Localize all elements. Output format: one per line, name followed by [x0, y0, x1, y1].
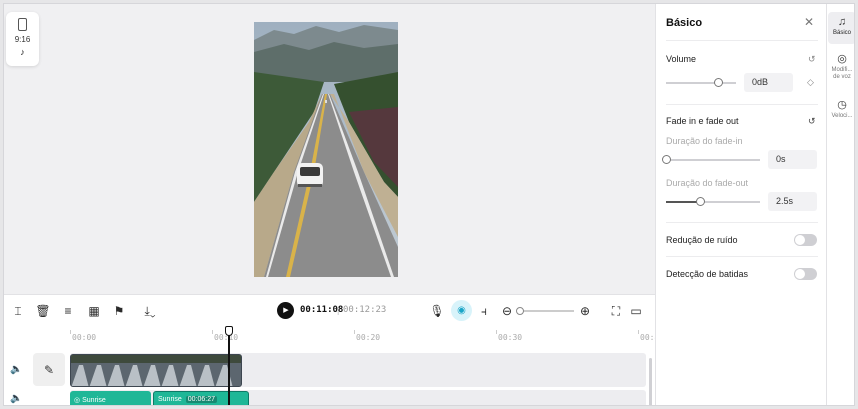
phone-icon [18, 18, 27, 31]
side-tabs: ♫ Básico ◎ Modifi... de voz ◷ Veloci... [826, 4, 854, 405]
fullscreen-icon[interactable]: ⛶ [608, 303, 624, 319]
audio-clip[interactable]: ◎ Sunrise [70, 391, 151, 405]
fade-out-value-field[interactable]: 2.5s [768, 192, 817, 211]
audio-clip-label: Sunrise [82, 396, 106, 404]
total-time: 00:12:23 [343, 305, 387, 315]
editor-window: 9:16 ♪ ⌶ 🗑 ≡ ▦ ⚑ ⤓⌄ ▶ 00:11:08 | 00:12:2… [3, 3, 855, 406]
ruler-label: 00:30 [498, 333, 523, 342]
play-icon: ▶ [283, 307, 289, 314]
divider [666, 40, 818, 41]
volume-label: Volume [666, 54, 697, 64]
beat-detection-label: Detecção de batidas [666, 269, 749, 279]
volume-slider-handle[interactable] [714, 78, 723, 87]
speed-icon: ◷ [837, 99, 847, 111]
video-track-volume-icon[interactable]: 🔈 [10, 364, 24, 378]
video-preview[interactable] [254, 22, 398, 277]
beat-detection-toggle[interactable] [794, 268, 817, 280]
download-icon[interactable]: ⤓⌄ [138, 303, 162, 319]
zoom-slider-track[interactable] [518, 310, 574, 312]
audio-clip-name: Sunrise [158, 396, 182, 403]
divider [666, 222, 818, 223]
ruler-tick [638, 330, 639, 334]
time-separator: | [337, 305, 340, 315]
ruler-tick [70, 330, 71, 334]
align-icon[interactable]: ⫞ [476, 303, 492, 319]
flag-icon[interactable]: ⚑ [111, 303, 127, 319]
divider [666, 256, 818, 257]
ruler-label: 00:20 [356, 333, 381, 342]
aspect-ratio-label: 9:16 [14, 35, 31, 44]
ruler-tick [496, 330, 497, 334]
reset-icon[interactable]: ↺ [808, 54, 816, 65]
fade-in-slider-track[interactable] [666, 159, 760, 161]
tab-label: Veloci... [831, 113, 853, 119]
video-clip[interactable] [70, 354, 242, 387]
noise-reduction-label: Redução de ruído [666, 235, 738, 245]
monitor-icon[interactable]: ▭ [628, 303, 644, 319]
playhead[interactable] [228, 326, 230, 405]
keyframe-icon[interactable]: ◇ [807, 77, 814, 88]
tab-basico[interactable]: ♫ Básico [828, 12, 854, 44]
tab-voice-modifier[interactable]: ◎ Modifi... de voz [828, 50, 854, 88]
pencil-icon: ✎ [43, 362, 55, 377]
preview-stage: 9:16 ♪ [4, 4, 655, 294]
volume-slider-track[interactable] [666, 82, 736, 84]
delete-icon[interactable]: 🗑 [35, 303, 51, 319]
audio-clip-name: ◎ Sunrise [74, 396, 106, 404]
divider [666, 104, 818, 105]
zoom-out-icon[interactable]: ⊖ [499, 303, 515, 319]
crop-icon[interactable]: ▦ [86, 303, 102, 319]
tab-label: Modifi... de voz [831, 67, 853, 80]
tab-speed[interactable]: ◷ Veloci... [828, 96, 854, 126]
audio-clip-selected[interactable]: Sunrise 00:06:27 [153, 391, 249, 405]
zoom-slider-handle[interactable] [516, 307, 524, 315]
play-button[interactable]: ▶ [277, 302, 294, 319]
ruler-tick [212, 330, 213, 334]
fade-in-value-field[interactable]: 0s [768, 150, 817, 169]
ruler-tick [354, 330, 355, 334]
close-icon[interactable]: ✕ [804, 15, 814, 29]
fade-in-slider-handle[interactable] [662, 155, 671, 164]
properties-panel: Básico ✕ Volume ↺ 0dB ◇ Fade in e fade o… [655, 4, 826, 405]
reset-icon[interactable]: ↺ [808, 116, 816, 127]
timeline-toolbar: ⌶ 🗑 ≡ ▦ ⚑ ⤓⌄ ▶ 00:11:08 | 00:12:23 🎙 ◉ ⫞… [4, 294, 655, 326]
fade-out-slider-handle[interactable] [696, 197, 705, 206]
fade-label: Fade in e fade out [666, 116, 739, 126]
video-thumbnails [71, 355, 241, 386]
playhead-handle[interactable] [225, 326, 233, 336]
zoom-in-icon[interactable]: ⊕ [577, 303, 593, 319]
beat-detect-icon[interactable]: ◉ [451, 300, 472, 321]
music-note-icon: ♫ [837, 16, 847, 28]
aspect-ratio-card[interactable]: 9:16 ♪ [6, 12, 39, 66]
timeline-scrollbar[interactable] [649, 358, 652, 405]
audio-clip-duration: 00:06:27 [185, 396, 217, 403]
edit-cover-button[interactable]: ✎ [33, 353, 65, 386]
noise-reduction-toggle[interactable] [794, 234, 817, 246]
volume-value-field[interactable]: 0dB [744, 73, 793, 92]
fade-out-slider-fill [666, 201, 700, 203]
timeline[interactable]: 00:00 00:10 00:20 00:30 00:4 🔈 ✎ 🔈 ◎ Sun… [4, 326, 659, 405]
road-scene-image [254, 22, 398, 277]
fade-in-label: Duração do fade-in [666, 136, 743, 146]
tiktok-icon: ♪ [20, 47, 25, 57]
microphone-icon[interactable]: 🎙 [429, 303, 445, 319]
speed-icon[interactable]: ≡ [60, 303, 76, 319]
audio-track-volume-icon[interactable]: 🔈 [10, 393, 24, 405]
tab-label: Básico [832, 30, 851, 36]
ruler-label: 00:00 [72, 333, 97, 342]
split-icon[interactable]: ⌶ [10, 303, 26, 319]
fade-out-label: Duração do fade-out [666, 178, 749, 188]
voice-modifier-icon: ◎ [837, 53, 847, 65]
panel-title: Básico [666, 17, 703, 29]
